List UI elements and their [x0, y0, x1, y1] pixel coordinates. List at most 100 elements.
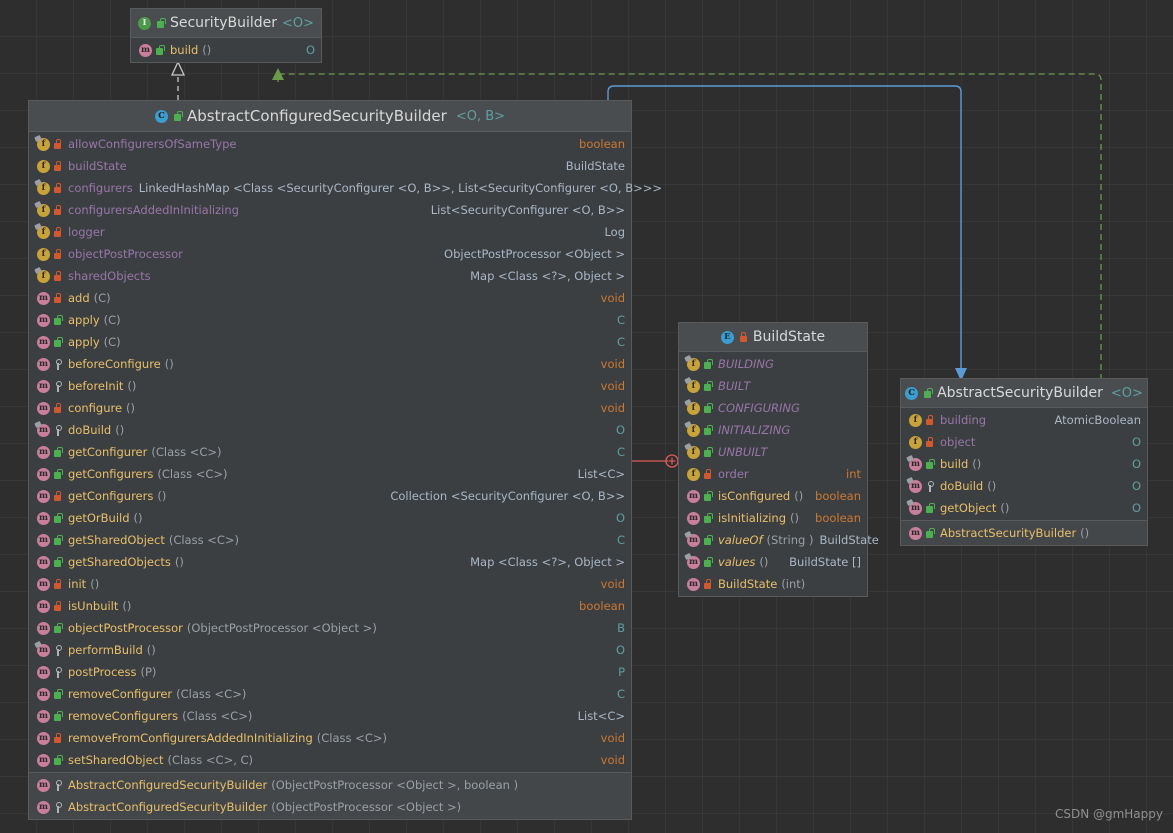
member-row[interactable]: m doBuild() O: [901, 475, 1147, 497]
member-row[interactable]: m getSharedObjects() Map <Class <?>, Objec…: [29, 551, 631, 573]
member-row[interactable]: m doBuild() O: [29, 419, 631, 441]
visibility-protected-icon: [53, 732, 62, 744]
member-row[interactable]: f BUILDING: [679, 353, 867, 375]
member-row[interactable]: m build() O: [131, 39, 321, 61]
member-name: objectPostProcessor: [68, 247, 183, 261]
member-row[interactable]: m configure() void: [29, 397, 631, 419]
node-title-abstract-security-builder: C AbstractSecurityBuilder <O>: [901, 379, 1147, 408]
expand-node-icon: [665, 454, 679, 468]
member-row[interactable]: m isConfigured() boolean: [679, 485, 867, 507]
member-row[interactable]: m removeConfigurer (Class <C>) C: [29, 683, 631, 705]
member-params: (ObjectPostProcessor <Object >): [186, 621, 377, 635]
member-row[interactable]: m removeConfigurers (Class <C>) List<C>: [29, 705, 631, 727]
visibility-public-icon: [53, 710, 63, 722]
member-row[interactable]: m beforeConfigure() void: [29, 353, 631, 375]
visibility-public-icon: [53, 556, 63, 568]
visibility-protected-icon: [703, 578, 712, 590]
member-row[interactable]: f objectPostProcessor ObjectPostProcessor …: [29, 243, 631, 265]
member-row[interactable]: f INITIALIZING: [679, 419, 867, 441]
visibility-public-icon: [923, 387, 934, 399]
member-icons: m: [37, 621, 63, 635]
member-params: (): [122, 599, 132, 613]
member-row[interactable]: m isUnbuilt() boolean: [29, 595, 631, 617]
method-icon: m: [37, 511, 50, 525]
member-row[interactable]: m build() O: [901, 453, 1147, 475]
method-icon: m: [37, 643, 50, 657]
member-row[interactable]: f configurers LinkedHashMap <Class <Securi…: [29, 177, 662, 199]
method-icon: m: [37, 778, 50, 792]
member-row[interactable]: m setSharedObject (Class <C>, C) void: [29, 749, 631, 771]
member-row[interactable]: f object O: [901, 431, 1147, 453]
member-row[interactable]: m init() void: [29, 573, 631, 595]
method-icon: m: [37, 753, 50, 767]
member-params: (Class <C>): [157, 467, 228, 481]
method-icon: m: [37, 621, 50, 635]
member-name: logger: [68, 225, 105, 239]
constructor-row[interactable]: m AbstractConfiguredSecurityBuilder (Objec…: [29, 774, 631, 796]
member-params: (Class <C>): [151, 445, 222, 459]
realization-arrowhead: [272, 68, 284, 80]
member-row[interactable]: m getSharedObject (Class <C>) C: [29, 529, 631, 551]
member-type: void: [600, 577, 625, 591]
member-row[interactable]: m BuildState (int): [679, 573, 867, 595]
member-row[interactable]: f configurersAddedInInitializing List<Secu…: [29, 199, 631, 221]
member-row[interactable]: m values() BuildState []: [679, 551, 867, 573]
member-row[interactable]: m objectPostProcessor (ObjectPostProcessor…: [29, 617, 631, 639]
member-row[interactable]: f allowConfigurersOfSameType boolean: [29, 133, 631, 155]
member-icons: f: [909, 435, 934, 449]
visibility-public-icon: [703, 490, 713, 502]
visibility-private-icon: [53, 424, 62, 436]
member-name: apply: [68, 335, 100, 349]
member-params: (): [90, 577, 100, 591]
member-row[interactable]: f UNBUILT: [679, 441, 867, 463]
diagram-canvas[interactable]: I SecurityBuilder <O> m build() O C Abstra…: [0, 0, 1173, 833]
member-icons: f: [687, 445, 713, 459]
member-type: C: [616, 335, 625, 349]
member-row[interactable]: m getObject() O: [901, 497, 1147, 519]
method-icon: m: [909, 501, 922, 515]
member-row[interactable]: m getConfigurer (Class <C>) C: [29, 441, 631, 463]
node-build-state[interactable]: E BuildState f BUILDING f BUILT f CONFIGURING…: [678, 322, 879, 597]
member-row[interactable]: m performBuild() O: [29, 639, 631, 661]
member-type: void: [600, 291, 625, 305]
field-icon: f: [909, 413, 922, 427]
method-icon: m: [37, 577, 50, 591]
member-row[interactable]: m getConfigurers (Class <C>) List<C>: [29, 463, 631, 485]
member-type: O: [615, 643, 625, 657]
member-row[interactable]: f order int: [679, 463, 867, 485]
member-row[interactable]: m beforeInit() void: [29, 375, 631, 397]
member-row[interactable]: m removeFromConfigurersAddedInInitializin…: [29, 727, 631, 749]
node-abstract-security-builder[interactable]: C AbstractSecurityBuilder <O> f building A…: [900, 378, 1148, 546]
member-row[interactable]: m isInitializing() boolean: [679, 507, 867, 529]
member-params: (ObjectPostProcessor <Object >, boolean …: [271, 778, 519, 792]
member-row[interactable]: m apply (C) C: [29, 331, 631, 353]
member-type: O: [305, 43, 315, 57]
member-type: boolean: [579, 599, 625, 613]
node-abstract-configured-security-builder[interactable]: C AbstractConfiguredSecurityBuilder <O, …: [28, 100, 662, 820]
constructor-row[interactable]: m AbstractSecurityBuilder(): [901, 522, 1147, 544]
member-row[interactable]: m getConfigurers() Collection <SecurityCon…: [29, 485, 631, 507]
member-row[interactable]: f buildState BuildState: [29, 155, 631, 177]
member-row[interactable]: f logger Log: [29, 221, 631, 243]
member-row[interactable]: m valueOf (String ) BuildState: [679, 529, 879, 551]
member-type: void: [600, 357, 625, 371]
visibility-public-icon: [703, 402, 713, 414]
member-row[interactable]: m getOrBuild() O: [29, 507, 631, 529]
member-row[interactable]: m add (C) void: [29, 287, 631, 309]
member-row[interactable]: m postProcess (P) P: [29, 661, 631, 683]
member-name: isUnbuilt: [68, 599, 119, 613]
member-section: f BUILDING f BUILT f CONFIGURING f INITIALIZING…: [679, 352, 879, 596]
member-row[interactable]: f BUILT: [679, 375, 867, 397]
visibility-public-icon: [925, 502, 935, 514]
member-row[interactable]: f sharedObjects Map <Class <?>, Object >: [29, 265, 631, 287]
member-row[interactable]: f building AtomicBoolean: [901, 409, 1147, 431]
node-security-builder[interactable]: I SecurityBuilder <O> m build() O: [130, 8, 322, 63]
member-name: getConfigurers: [68, 467, 154, 481]
member-row[interactable]: m apply (C) C: [29, 309, 631, 331]
visibility-public-icon: [155, 44, 165, 56]
member-icons: f: [687, 401, 713, 415]
member-row[interactable]: f CONFIGURING: [679, 397, 867, 419]
member-icons: m: [37, 555, 63, 569]
member-icons: f: [37, 225, 62, 239]
constructor-row[interactable]: m AbstractConfiguredSecurityBuilder (Objec…: [29, 796, 631, 818]
